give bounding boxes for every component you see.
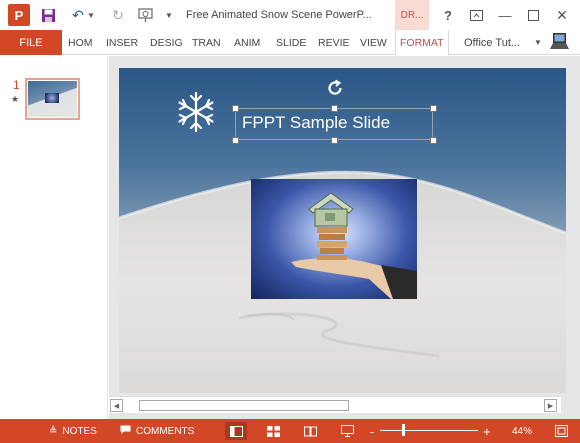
resize-handle-bottom-left[interactable] xyxy=(232,137,239,144)
window-title: Free Animated Snow Scene PowerP... xyxy=(186,9,372,21)
reading-view-icon xyxy=(303,426,317,436)
tab-transitions[interactable]: TRAN xyxy=(192,30,221,55)
scrollbar-thumb[interactable] xyxy=(139,400,349,411)
zoom-slider[interactable] xyxy=(380,430,478,431)
slide-sorter-view-button[interactable] xyxy=(262,422,284,440)
normal-view-button[interactable] xyxy=(225,422,247,440)
comments-icon xyxy=(120,425,131,438)
slide-thumbnail-pane: 1 ★ xyxy=(0,56,108,419)
slide-show-icon xyxy=(340,425,354,437)
tab-home[interactable]: HOM xyxy=(68,30,93,55)
zoom-level[interactable]: 44% xyxy=(512,419,532,443)
scroll-left-icon[interactable]: ◀ xyxy=(110,399,123,412)
help-button[interactable]: ? xyxy=(437,4,459,26)
maximize-button[interactable] xyxy=(522,4,544,26)
close-button[interactable]: ✕ xyxy=(551,4,573,26)
rotate-handle-icon[interactable] xyxy=(325,78,345,98)
undo-dropdown-icon[interactable]: ▼ xyxy=(86,5,96,25)
resize-handle-bottom-right[interactable] xyxy=(430,137,437,144)
notes-icon: ≜ xyxy=(49,425,58,437)
slide-canvas[interactable]: FPPT Sample Slide xyxy=(119,68,566,393)
fit-slide-button[interactable] xyxy=(550,422,572,440)
comments-label: COMMENTS xyxy=(136,425,195,437)
notes-button[interactable]: ≜ NOTES xyxy=(49,419,97,443)
resize-handle-top[interactable] xyxy=(331,105,338,112)
powerpoint-logo-icon[interactable]: P xyxy=(8,4,30,26)
zoom-out-button[interactable]: - xyxy=(370,419,374,443)
contextual-tab-drawing-tools[interactable]: DR... xyxy=(395,0,429,30)
account-name[interactable]: Office Tut... xyxy=(464,30,520,55)
tab-review[interactable]: REVIE xyxy=(318,30,350,55)
ribbon-display-options-button[interactable] xyxy=(465,4,487,26)
status-bar: ≜ NOTES COMMENTS - + 44% xyxy=(0,419,580,443)
title-bar: P ↶ ▼ ↻ ▼ Free Animated Snow Scene Power… xyxy=(0,0,580,30)
slide-number: 1 xyxy=(13,78,20,92)
scroll-right-icon[interactable]: ▶ xyxy=(544,399,557,412)
reading-view-button[interactable] xyxy=(299,422,321,440)
snowflake-icon xyxy=(178,91,214,133)
resize-handle-bottom[interactable] xyxy=(331,137,338,144)
slide-editor: FPPT Sample Slide xyxy=(109,56,580,419)
house-on-hand-image xyxy=(291,192,417,299)
tab-view[interactable]: VIEW xyxy=(360,30,387,55)
slide-show-button[interactable] xyxy=(336,422,358,440)
save-icon[interactable] xyxy=(38,5,58,25)
comments-button[interactable]: COMMENTS xyxy=(120,419,194,443)
tab-animations[interactable]: ANIM xyxy=(234,30,260,55)
avatar[interactable] xyxy=(545,30,575,55)
fit-slide-icon xyxy=(554,425,568,437)
slide-thumbnail[interactable] xyxy=(25,78,80,120)
title-placeholder[interactable]: FPPT Sample Slide xyxy=(235,108,433,140)
tab-slide-show[interactable]: SLIDE xyxy=(276,30,306,55)
resize-handle-top-right[interactable] xyxy=(430,105,437,112)
ribbon-tab-bar: FILE HOM INSER DESIG TRAN ANIM SLIDE REV… xyxy=(0,30,580,55)
resize-handle-top-left[interactable] xyxy=(232,105,239,112)
tab-design[interactable]: DESIG xyxy=(150,30,183,55)
minimize-button[interactable]: — xyxy=(494,4,516,26)
customize-toolbar-dropdown-icon[interactable]: ▼ xyxy=(164,5,174,25)
horizontal-scrollbar[interactable]: ◀ ▶ xyxy=(109,396,561,413)
slide-title[interactable]: FPPT Sample Slide xyxy=(242,113,390,133)
present-from-beginning-icon[interactable] xyxy=(136,5,156,25)
redo-icon[interactable]: ↻ xyxy=(108,5,128,25)
normal-view-icon xyxy=(229,425,243,437)
animation-star-icon: ★ xyxy=(11,94,20,104)
zoom-in-button[interactable]: + xyxy=(483,419,491,443)
slide-picture[interactable] xyxy=(251,179,417,299)
undo-icon[interactable]: ↶ xyxy=(68,5,88,25)
tab-format[interactable]: FORMAT xyxy=(395,30,449,55)
zoom-slider-thumb[interactable] xyxy=(402,424,405,436)
slide-sorter-icon xyxy=(266,425,280,437)
tab-file[interactable]: FILE xyxy=(0,30,62,55)
tab-insert[interactable]: INSER xyxy=(106,30,138,55)
account-dropdown-icon[interactable]: ▼ xyxy=(534,38,542,47)
notes-label: NOTES xyxy=(62,425,97,437)
